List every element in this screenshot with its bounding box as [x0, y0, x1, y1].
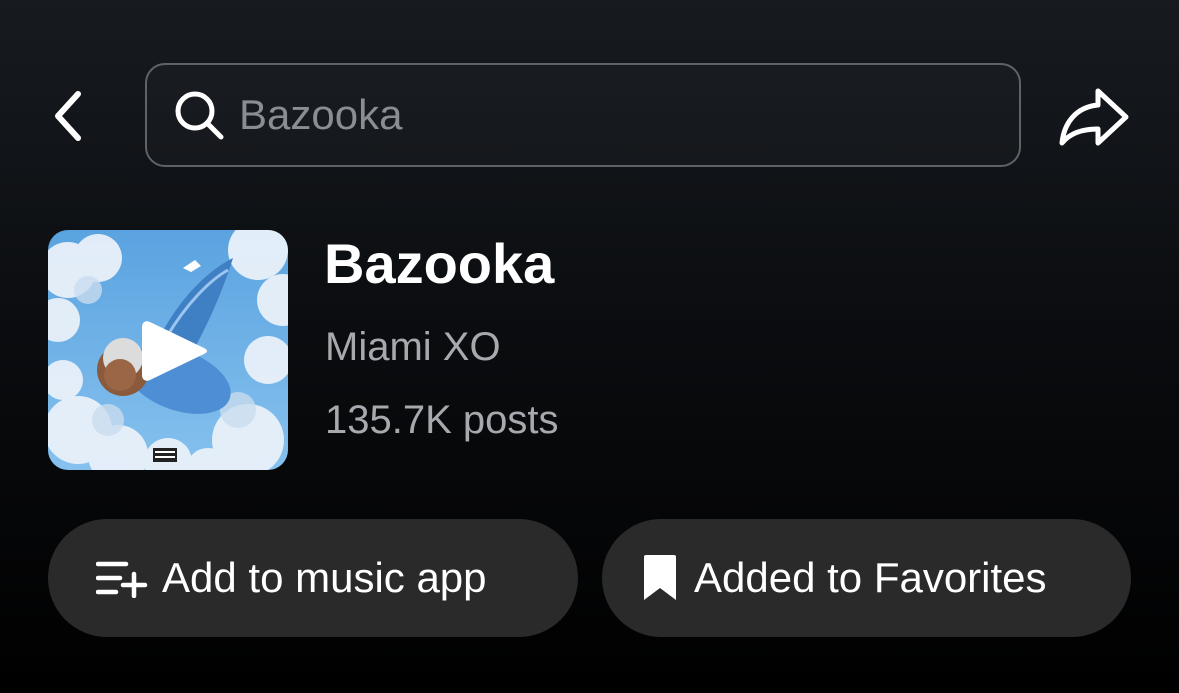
add-to-music-app-label: Add to music app — [162, 554, 487, 601]
playlist-add-icon — [96, 558, 148, 598]
search-bar[interactable] — [145, 63, 1021, 167]
chevron-left-icon — [55, 91, 81, 141]
posts-count: 135.7K posts — [325, 398, 559, 442]
add-to-music-app-button[interactable]: Add to music app — [48, 519, 578, 637]
back-button[interactable] — [40, 84, 96, 148]
artist-name[interactable]: Miami XO — [325, 323, 501, 371]
track-title: Bazooka — [324, 232, 555, 295]
search-input[interactable] — [239, 91, 999, 139]
favorites-button[interactable]: Added to Favorites — [602, 519, 1131, 637]
bookmark-filled-icon — [640, 553, 680, 603]
search-icon — [169, 85, 229, 145]
favorites-label: Added to Favorites — [694, 554, 1047, 601]
share-arrow-icon — [1059, 88, 1129, 146]
play-icon[interactable] — [140, 316, 210, 386]
share-button[interactable] — [1054, 82, 1134, 152]
